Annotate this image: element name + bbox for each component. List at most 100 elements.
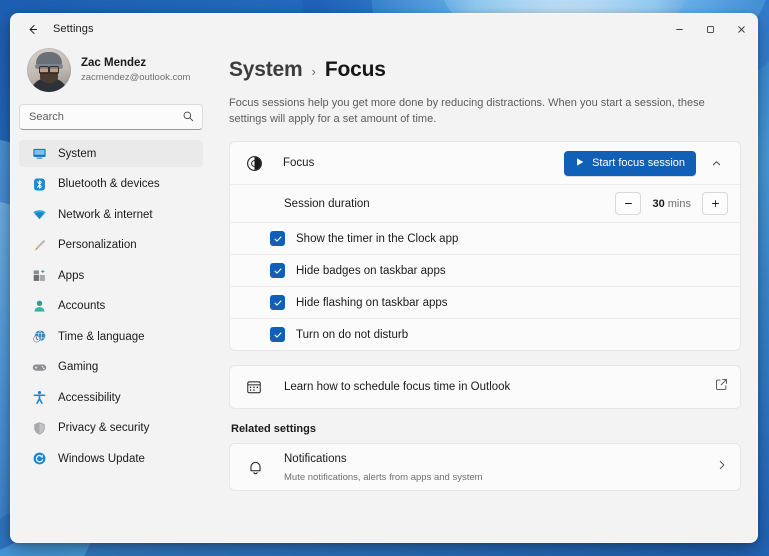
clock-globe-icon bbox=[31, 329, 47, 345]
related-item-text: Notifications Mute notifications, alerts… bbox=[284, 449, 716, 485]
checkmark-icon bbox=[273, 331, 281, 338]
start-focus-session-button[interactable]: Start focus session bbox=[564, 150, 696, 176]
start-focus-session-label: Start focus session bbox=[592, 157, 685, 169]
checkmark-icon bbox=[273, 267, 281, 274]
focus-clock-icon bbox=[244, 155, 264, 172]
session-duration-stepper: 30 mins bbox=[615, 192, 728, 215]
profile-name: Zac Mendez bbox=[81, 57, 147, 69]
sidebar-item-personalization[interactable]: Personalization bbox=[19, 232, 203, 259]
session-duration-decrement-button[interactable] bbox=[615, 192, 642, 215]
related-item-title: Notifications bbox=[284, 453, 347, 465]
sidebar-nav: System Bluetooth & devices Network & int… bbox=[19, 140, 203, 476]
sidebar-item-label: Accounts bbox=[58, 300, 106, 312]
breadcrumb: System › Focus bbox=[229, 58, 741, 82]
sidebar-item-label: Gaming bbox=[58, 361, 99, 373]
person-icon bbox=[31, 298, 47, 314]
focus-option-row[interactable]: Hide flashing on taskbar apps bbox=[230, 286, 740, 318]
sidebar-item-label: Apps bbox=[58, 269, 85, 282]
sidebar-item-privacy-security[interactable]: Privacy & security bbox=[19, 415, 203, 442]
bell-icon bbox=[244, 459, 266, 476]
hide-flashing-taskbar-checkbox[interactable] bbox=[270, 295, 285, 310]
window-controls bbox=[664, 14, 757, 44]
sidebar-item-apps[interactable]: Apps bbox=[19, 262, 203, 289]
plus-icon bbox=[711, 200, 719, 207]
back-button[interactable] bbox=[17, 16, 47, 42]
window-body: Zac Mendez zacmendez@outlook.com Search … bbox=[11, 44, 757, 542]
focus-card-title: Focus bbox=[283, 157, 315, 169]
sidebar-item-network-internet[interactable]: Network & internet bbox=[19, 201, 203, 228]
title-bar: Settings bbox=[11, 14, 757, 44]
sidebar-item-accounts[interactable]: Accounts bbox=[19, 293, 203, 320]
breadcrumb-separator-icon: › bbox=[311, 64, 316, 79]
minimize-button[interactable] bbox=[664, 14, 695, 44]
sidebar-item-label: Network & internet bbox=[58, 208, 153, 221]
search-container bbox=[19, 104, 203, 130]
user-profile[interactable]: Zac Mendez zacmendez@outlook.com bbox=[19, 44, 203, 104]
paintbrush-icon bbox=[31, 237, 47, 253]
related-settings-title: Related settings bbox=[231, 423, 316, 435]
sidebar-item-label: Accessibility bbox=[58, 391, 121, 404]
wifi-icon bbox=[31, 207, 47, 223]
focus-option-label: Hide flashing on taskbar apps bbox=[296, 296, 448, 309]
gamepad-icon bbox=[31, 359, 47, 375]
avatar bbox=[27, 48, 71, 92]
focus-option-label: Turn on do not disturb bbox=[296, 328, 409, 341]
avatar-glasses bbox=[39, 66, 59, 74]
maximize-icon bbox=[707, 25, 714, 33]
page-description: Focus sessions help you get more done by… bbox=[229, 97, 705, 125]
checkmark-icon bbox=[273, 299, 281, 306]
outlook-link-row[interactable]: Learn how to schedule focus time in Outl… bbox=[230, 366, 740, 408]
outlook-link-label: Learn how to schedule focus time in Outl… bbox=[284, 381, 511, 393]
close-icon bbox=[738, 25, 745, 33]
focus-card: Focus Start focus session Session durati… bbox=[229, 141, 741, 351]
focus-option-row[interactable]: Show the timer in the Clock app bbox=[230, 222, 740, 254]
sidebar: Zac Mendez zacmendez@outlook.com Search … bbox=[11, 44, 211, 542]
sidebar-item-label: Windows Update bbox=[58, 452, 145, 465]
session-duration-row: Session duration 30 mins bbox=[230, 184, 740, 222]
hide-badges-taskbar-checkbox[interactable] bbox=[270, 263, 285, 278]
sidebar-item-bluetooth-devices[interactable]: Bluetooth & devices bbox=[19, 171, 203, 198]
sidebar-item-windows-update[interactable]: Windows Update bbox=[19, 445, 203, 472]
sidebar-item-time-language[interactable]: Time & language bbox=[19, 323, 203, 350]
sidebar-item-gaming[interactable]: Gaming bbox=[19, 354, 203, 381]
minimize-icon bbox=[676, 28, 683, 30]
settings-window: Settings Zac Mendez zacmendez@outlook.co… bbox=[10, 13, 758, 543]
outlook-link-card: Learn how to schedule focus time in Outl… bbox=[229, 365, 741, 409]
sidebar-item-label: Time & language bbox=[58, 330, 145, 343]
update-refresh-icon bbox=[31, 451, 47, 467]
session-duration-unit: mins bbox=[667, 197, 691, 210]
session-duration-number: 30 bbox=[652, 197, 665, 210]
focus-option-row[interactable]: Hide badges on taskbar apps bbox=[230, 254, 740, 286]
maximize-button[interactable] bbox=[695, 14, 726, 44]
monitor-icon bbox=[31, 146, 47, 162]
related-item-notifications[interactable]: Notifications Mute notifications, alerts… bbox=[230, 444, 740, 490]
shield-icon bbox=[31, 420, 47, 436]
minus-icon bbox=[625, 203, 632, 204]
breadcrumb-root[interactable]: System bbox=[229, 58, 303, 82]
collapse-focus-card-button[interactable] bbox=[704, 151, 728, 175]
external-link-icon bbox=[715, 378, 728, 396]
sidebar-item-label: System bbox=[58, 147, 97, 160]
turn-on-do-not-disturb-checkbox[interactable] bbox=[270, 327, 285, 342]
session-duration-increment-button[interactable] bbox=[702, 192, 728, 215]
close-button[interactable] bbox=[726, 14, 757, 44]
sidebar-item-accessibility[interactable]: Accessibility bbox=[19, 384, 203, 411]
profile-text: Zac Mendez zacmendez@outlook.com bbox=[81, 56, 190, 84]
session-duration-value: 30 mins bbox=[641, 198, 702, 210]
chevron-right-icon bbox=[716, 458, 728, 476]
sidebar-item-system[interactable]: System bbox=[19, 140, 203, 167]
chevron-up-icon bbox=[712, 160, 720, 165]
focus-option-row[interactable]: Turn on do not disturb bbox=[230, 318, 740, 350]
focus-option-label: Show the timer in the Clock app bbox=[296, 232, 459, 245]
related-item-subtitle: Mute notifications, alerts from apps and… bbox=[284, 472, 483, 483]
show-timer-clock-app-checkbox[interactable] bbox=[270, 231, 285, 246]
window-title: Settings bbox=[53, 23, 94, 35]
sidebar-item-label: Bluetooth & devices bbox=[58, 178, 160, 190]
checkmark-icon bbox=[273, 235, 281, 242]
search-input[interactable] bbox=[19, 104, 203, 130]
sidebar-item-label: Privacy & security bbox=[58, 422, 150, 434]
session-duration-label: Session duration bbox=[284, 197, 370, 210]
bluetooth-icon bbox=[31, 176, 47, 192]
focus-card-header: Focus Start focus session bbox=[230, 142, 740, 184]
apps-grid-icon bbox=[31, 268, 47, 284]
